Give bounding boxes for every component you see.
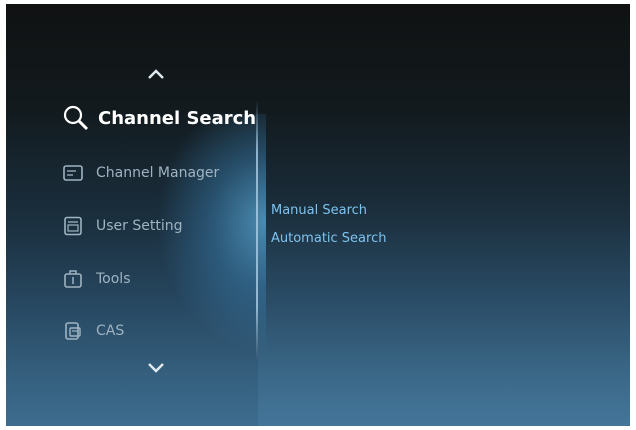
- submenu-item-automatic-search[interactable]: Automatic Search: [271, 231, 386, 246]
- menu-item-user-setting[interactable]: User Setting: [62, 215, 183, 237]
- menu-item-label: Tools: [96, 271, 131, 287]
- menu-item-cas[interactable]: CAS: [62, 320, 124, 342]
- tv-menu-screen: Channel Search Channel Manager User Sett…: [6, 4, 630, 426]
- search-icon: [62, 104, 90, 132]
- user-setting-icon: [62, 215, 84, 237]
- menu-item-channel-manager[interactable]: Channel Manager: [62, 162, 219, 184]
- menu-item-label: CAS: [96, 323, 125, 339]
- tools-icon: [62, 268, 84, 290]
- menu-divider: [256, 100, 258, 360]
- cas-icon: [62, 320, 84, 342]
- menu-item-channel-search[interactable]: Channel Search: [62, 104, 256, 132]
- menu-item-label: User Setting: [96, 218, 183, 234]
- scroll-up-arrow-icon[interactable]: [144, 64, 168, 84]
- menu-item-label: Channel Search: [98, 107, 257, 129]
- channel-manager-icon: [62, 162, 84, 184]
- scroll-down-arrow-icon[interactable]: [144, 358, 168, 378]
- menu-item-label: Channel Manager: [96, 165, 220, 181]
- menu-item-tools[interactable]: Tools: [62, 268, 131, 290]
- submenu-item-manual-search[interactable]: Manual Search: [271, 203, 367, 218]
